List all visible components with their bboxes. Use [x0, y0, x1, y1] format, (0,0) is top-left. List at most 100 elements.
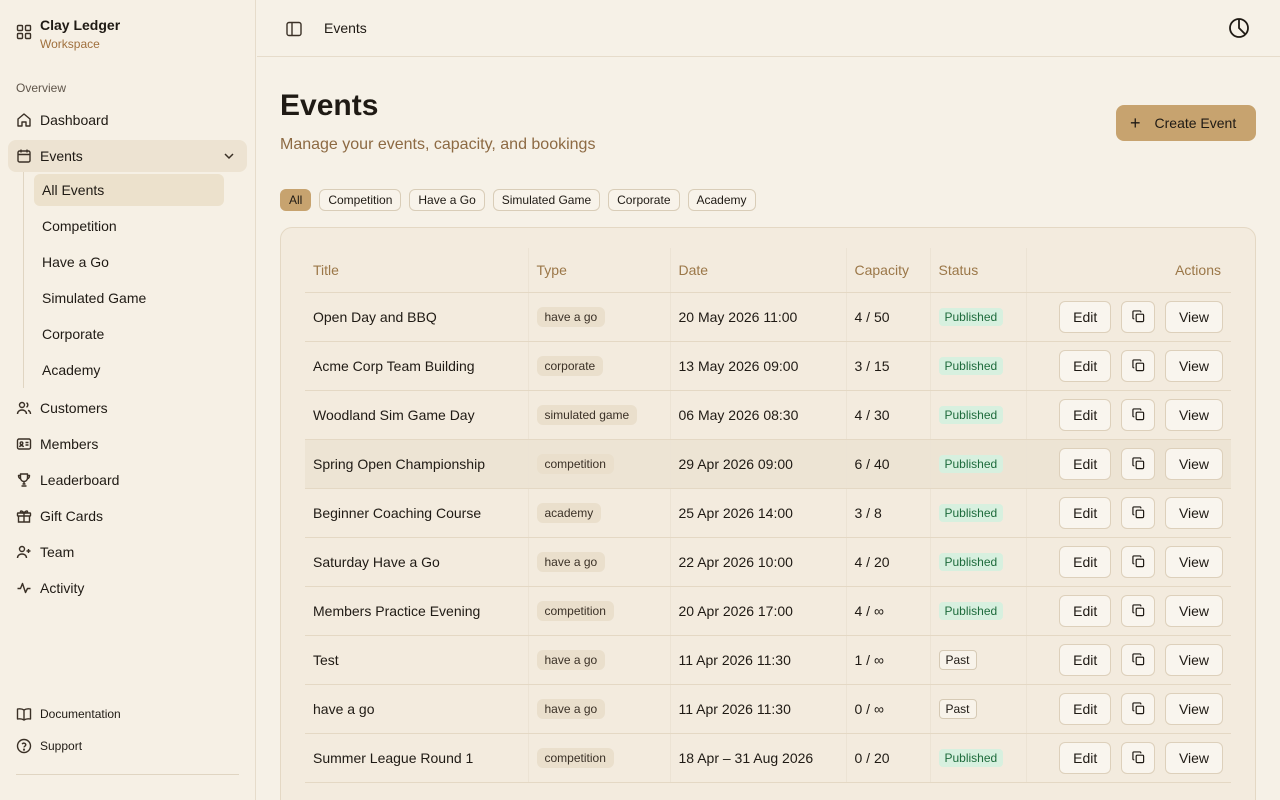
filter-chip-simulated-game[interactable]: Simulated Game — [492, 189, 601, 211]
home-icon — [17, 113, 31, 127]
edit-button[interactable]: Edit — [1059, 496, 1112, 529]
sidebar-subitem-corporate[interactable]: Corporate — [34, 318, 224, 350]
event-title[interactable]: Saturday Have a Go — [305, 537, 528, 587]
table-row[interactable]: Beginner Coaching Course academy 25 Apr … — [305, 488, 1231, 538]
sidebar-item-label: Team — [40, 544, 75, 560]
column-header-title[interactable]: Title — [305, 248, 528, 293]
duplicate-button[interactable] — [1121, 349, 1156, 382]
plus-icon: + — [1130, 113, 1141, 133]
table-row[interactable]: Open Day and BBQ have a go 20 May 2026 1… — [305, 292, 1231, 342]
sidebar-item-support[interactable]: Support — [16, 738, 82, 754]
duplicate-button[interactable] — [1121, 643, 1156, 676]
view-button[interactable]: View — [1165, 545, 1223, 578]
sidebar-item-leaderboard[interactable]: Leaderboard — [8, 464, 247, 496]
column-header-status[interactable]: Status — [929, 248, 1026, 293]
event-title[interactable]: Members Practice Evening — [305, 586, 528, 636]
sidebar-subitem-simulated-game[interactable]: Simulated Game — [34, 282, 224, 314]
edit-button[interactable]: Edit — [1059, 349, 1112, 382]
table-row[interactable]: Acme Corp Team Building corporate 13 May… — [305, 341, 1231, 391]
duplicate-button[interactable] — [1121, 300, 1156, 333]
view-button[interactable]: View — [1165, 398, 1223, 431]
column-header-type[interactable]: Type — [527, 248, 670, 293]
sidebar-item-gift-cards[interactable]: Gift Cards — [8, 500, 247, 532]
chevron-down-icon[interactable] — [221, 148, 237, 164]
view-button[interactable]: View — [1165, 692, 1223, 725]
event-title[interactable]: Spring Open Championship — [305, 439, 528, 489]
duplicate-button[interactable] — [1121, 692, 1156, 725]
sidebar-subitem-competition[interactable]: Competition — [34, 210, 224, 242]
event-title[interactable]: Test — [305, 635, 528, 685]
event-title[interactable]: Open Day and BBQ — [305, 292, 528, 342]
edit-button[interactable]: Edit — [1059, 545, 1112, 578]
sidebar-item-members[interactable]: Members — [8, 428, 247, 460]
copy-icon — [1131, 310, 1144, 323]
view-button[interactable]: View — [1165, 300, 1223, 333]
event-title[interactable]: have a go — [305, 684, 528, 734]
edit-button[interactable]: Edit — [1059, 692, 1112, 725]
edit-button[interactable]: Edit — [1059, 741, 1112, 774]
duplicate-button[interactable] — [1121, 741, 1156, 774]
table-row[interactable]: Summer League Round 1 competition 18 Apr… — [305, 733, 1231, 783]
event-title[interactable]: Acme Corp Team Building — [305, 341, 528, 391]
event-title[interactable]: Summer League Round 1 — [305, 733, 528, 783]
table-row[interactable]: Members Practice Evening competition 20 … — [305, 586, 1231, 636]
sidebar-item-events[interactable]: Events — [8, 140, 247, 172]
view-button[interactable]: View — [1165, 594, 1223, 627]
table-row[interactable]: Woodland Sim Game Day simulated game 06 … — [305, 390, 1231, 440]
sidebar-subitem-have-a-go[interactable]: Have a Go — [34, 246, 224, 278]
filter-chip-all[interactable]: All — [280, 189, 312, 211]
duplicate-button[interactable] — [1121, 594, 1156, 627]
view-button[interactable]: View — [1165, 741, 1223, 774]
view-button[interactable]: View — [1165, 349, 1223, 382]
edit-button[interactable]: Edit — [1059, 594, 1112, 627]
events-table: Title Type Date Capacity Status Actions … — [305, 248, 1231, 783]
filter-chip-competition[interactable]: Competition — [319, 189, 402, 211]
sidebar-toggle-icon[interactable] — [285, 20, 303, 38]
duplicate-button[interactable] — [1121, 496, 1156, 529]
sidebar-item-label: Support — [40, 739, 83, 753]
sidebar-subitem-all-events[interactable]: All Events — [34, 174, 224, 206]
table-row[interactable]: have a go have a go 11 Apr 2026 11:30 0 … — [305, 684, 1231, 734]
sidebar-subitem-academy[interactable]: Academy — [34, 354, 224, 386]
event-date: 20 May 2026 11:00 — [669, 292, 846, 342]
edit-button[interactable]: Edit — [1059, 300, 1112, 333]
view-button[interactable]: View — [1165, 643, 1223, 676]
edit-button[interactable]: Edit — [1059, 643, 1112, 676]
sidebar-item-activity[interactable]: Activity — [8, 572, 247, 604]
column-header-capacity[interactable]: Capacity — [845, 248, 930, 293]
sidebar-item-documentation[interactable]: Documentation — [16, 706, 121, 722]
filter-chip-corporate[interactable]: Corporate — [608, 189, 680, 211]
duplicate-button[interactable] — [1121, 447, 1156, 480]
submenu-rail — [23, 172, 24, 388]
sidebar-item-team[interactable]: Team — [8, 536, 247, 568]
event-title[interactable]: Beginner Coaching Course — [305, 488, 528, 538]
event-capacity: 3 / 15 — [845, 341, 930, 391]
table-row[interactable]: Test have a go 11 Apr 2026 11:30 1 / ∞ P… — [305, 635, 1231, 685]
event-status-badge: Published — [938, 356, 1004, 375]
sidebar-item-dashboard[interactable]: Dashboard — [8, 104, 247, 136]
event-type-cell: competition — [527, 586, 670, 636]
brand[interactable]: Clay Ledger Workspace — [16, 16, 120, 52]
create-event-button[interactable]: + Create Event — [1116, 105, 1256, 141]
copy-icon — [1131, 457, 1144, 470]
edit-button[interactable]: Edit — [1059, 398, 1112, 431]
event-status-badge: Published — [938, 307, 1004, 326]
event-status-cell: Published — [929, 733, 1026, 783]
column-header-date[interactable]: Date — [669, 248, 846, 293]
view-button[interactable]: View — [1165, 447, 1223, 480]
duplicate-button[interactable] — [1121, 398, 1156, 431]
edit-button[interactable]: Edit — [1059, 447, 1112, 480]
event-title[interactable]: Woodland Sim Game Day — [305, 390, 528, 440]
event-status-badge: Published — [938, 503, 1004, 522]
view-button[interactable]: View — [1165, 496, 1223, 529]
filter-chip-have-a-go[interactable]: Have a Go — [409, 189, 485, 211]
duplicate-button[interactable] — [1121, 545, 1156, 578]
event-capacity: 4 / 20 — [845, 537, 930, 587]
table-row[interactable]: Saturday Have a Go have a go 22 Apr 2026… — [305, 537, 1231, 587]
events-card: Title Type Date Capacity Status Actions … — [280, 227, 1256, 800]
filter-chip-academy[interactable]: Academy — [687, 189, 756, 211]
table-row[interactable]: Spring Open Championship competition 29 … — [305, 439, 1231, 489]
theme-toggle-icon[interactable] — [1228, 17, 1250, 39]
event-actions: Edit View — [1025, 292, 1231, 342]
sidebar-item-customers[interactable]: Customers — [8, 392, 247, 424]
